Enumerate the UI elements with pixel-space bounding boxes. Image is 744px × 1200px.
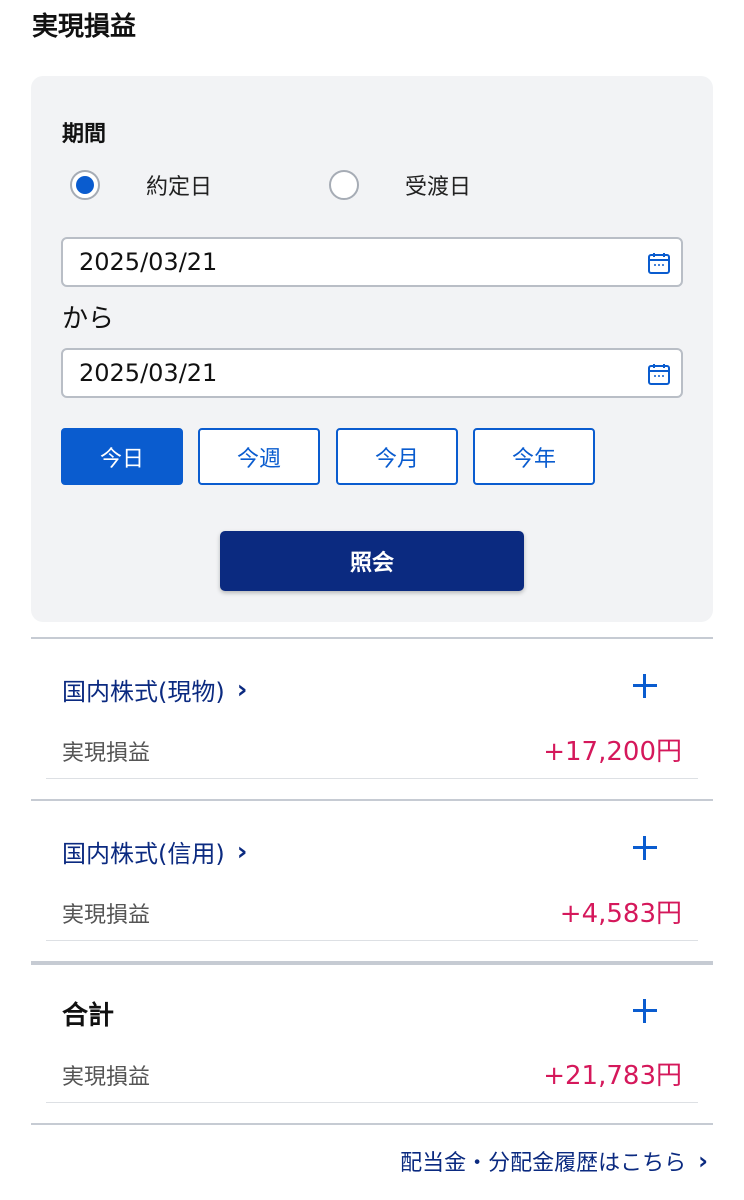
date-range-separator: から [62,304,115,334]
radio-contract-date[interactable]: 約定日 [70,168,212,202]
divider [31,961,713,965]
page-title: 実現損益 [32,12,137,42]
total-realized-pl-value: +21,783円 [543,1061,682,1091]
filter-panel: 期間 約定日 受渡日 2025/03/21 から 2025/03/21 今日 今… [31,76,713,622]
dividend-history-link-text: 配当金・分配金履歴はこちら [400,1151,687,1176]
this-week-button[interactable]: 今週 [198,428,320,485]
total-title: 合計 [62,1001,115,1031]
date-from-input[interactable]: 2025/03/21 [61,237,683,287]
realized-pl-value: +4,583円 [559,899,682,929]
radio-button-unchecked[interactable] [329,170,359,200]
divider [31,799,713,801]
query-button[interactable]: 照会 [220,531,524,591]
chevron-right-icon: › [236,674,248,705]
date-to-input[interactable]: 2025/03/21 [61,348,683,398]
plus-icon[interactable] [630,671,660,701]
divider [46,1102,698,1103]
divider [31,637,713,639]
section-title-text: 国内株式(現物) [62,678,225,706]
divider [46,778,698,779]
this-year-button[interactable]: 今年 [473,428,595,485]
this-month-button[interactable]: 今月 [336,428,458,485]
dividend-history-link[interactable]: 配当金・分配金履歴はこちら › [400,1145,708,1177]
section-domestic-stock-cash[interactable]: 国内株式(現物) › [62,672,247,707]
calendar-icon[interactable] [647,362,671,386]
plus-icon[interactable] [630,833,660,863]
date-from-value: 2025/03/21 [79,248,218,276]
radio-label-settlement-date: 受渡日 [405,175,472,200]
chevron-right-icon: › [698,1147,708,1175]
divider [31,1123,713,1125]
row-label: 実現損益 [62,903,151,928]
section-domestic-stock-margin[interactable]: 国内株式(信用) › [62,834,247,869]
section-title-text: 国内株式(信用) [62,840,225,868]
period-label: 期間 [62,122,107,147]
radio-label-contract-date: 約定日 [146,175,213,200]
radio-settlement-date[interactable]: 受渡日 [329,168,471,202]
row-label: 実現損益 [62,1065,151,1090]
plus-icon[interactable] [630,996,660,1026]
today-button[interactable]: 今日 [61,428,183,485]
date-to-value: 2025/03/21 [79,359,218,387]
chevron-right-icon: › [236,836,248,867]
divider [46,940,698,941]
row-label: 実現損益 [62,741,151,766]
radio-button-checked[interactable] [70,170,100,200]
realized-pl-value: +17,200円 [543,737,682,767]
calendar-icon[interactable] [647,251,671,275]
